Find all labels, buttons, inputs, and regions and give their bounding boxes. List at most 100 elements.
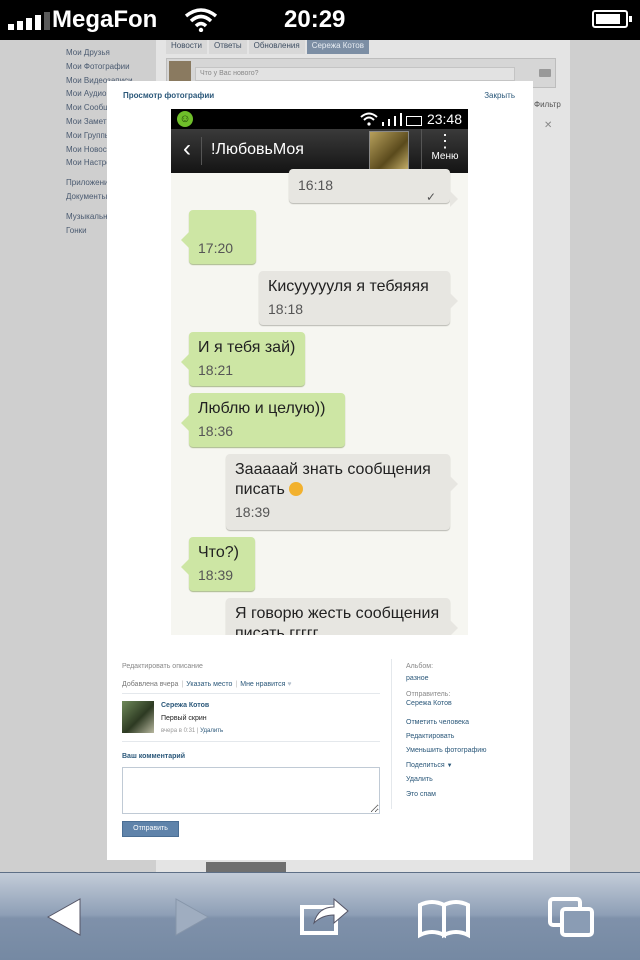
carrier-name: MegaFon <box>52 6 158 33</box>
comment-avatar[interactable] <box>122 701 154 733</box>
message-text <box>198 216 248 236</box>
delete-comment-link[interactable]: Удалить <box>200 728 223 734</box>
signal-bar <box>388 119 390 126</box>
close-icon[interactable]: ✕ <box>544 120 552 131</box>
safari-toolbar <box>0 872 640 960</box>
back-arrow-icon[interactable] <box>34 893 94 941</box>
photo-image[interactable]: ☺ 23:48 ‹ !ЛюбовьМоя ⋮ Меню 16:18 ✓ 17:2… <box>171 109 468 635</box>
forward-arrow-icon[interactable] <box>162 893 222 941</box>
tag-person-link[interactable]: Отметить человека <box>406 719 469 726</box>
nav-item[interactable]: Мои Фотографии <box>66 60 152 74</box>
bookmarks-icon[interactable] <box>414 893 474 941</box>
header-divider <box>201 137 202 165</box>
send-button[interactable]: Отправить <box>122 821 179 837</box>
message-text: Зааааай знать сообщения писать <box>235 460 442 500</box>
album-link[interactable]: разное <box>406 675 429 682</box>
comment-time: вчера в 0:31 <box>161 728 196 734</box>
message-time: 18:21 <box>198 362 234 378</box>
smiley-emoji-icon <box>289 482 304 496</box>
signal-strength-icon <box>8 12 50 30</box>
delete-photo-link[interactable]: Удалить <box>406 776 433 783</box>
camera-icon[interactable] <box>539 69 551 77</box>
contact-name: !ЛюбовьМоя <box>211 141 304 158</box>
share-icon[interactable] <box>294 893 354 941</box>
like-link[interactable]: Мне нравится <box>240 681 285 688</box>
comment-author-link[interactable]: Сережа Котов <box>161 702 209 709</box>
message-time: 18:39 <box>235 504 271 520</box>
message-bubble: Кисуууууля я тебяяяя 18:18 <box>259 271 458 325</box>
message-time: 17:20 <box>198 240 234 256</box>
message-text: Я говорю жесть сообщения писать ггггг <box>235 605 440 635</box>
tab-news[interactable]: Новости <box>166 40 207 54</box>
message-bubble: Зааааай знать сообщения писать 18:39 <box>226 454 458 530</box>
message-time: 16:18 <box>298 177 334 193</box>
photo-viewer-modal: Просмотр фотографии Закрыть ☺ 23:48 ‹ !Л… <box>107 81 533 860</box>
android-time: 23:48 <box>426 111 462 127</box>
column-divider <box>391 659 392 809</box>
news-tabs: Новости Ответы Обновления Сережа Котов <box>166 40 369 54</box>
contact-photo <box>369 131 409 171</box>
message-time: 18:18 <box>268 301 304 317</box>
share-label: Поделиться <box>406 762 445 769</box>
overflow-menu-icon: ⋮ <box>436 131 454 151</box>
chat-header: ‹ !ЛюбовьМоя ⋮ Меню <box>171 129 468 173</box>
sender-link[interactable]: Сережа Котов <box>406 700 452 707</box>
filter-link[interactable]: Фильтр <box>534 100 561 109</box>
app-notification-icon: ☺ <box>177 111 193 127</box>
message-text: Люблю и целую)) <box>198 400 326 417</box>
comment-input[interactable] <box>122 767 380 814</box>
divider <box>122 693 380 694</box>
wifi-icon <box>360 112 378 126</box>
message-text: Что?) <box>198 544 239 561</box>
back-chevron-icon: ‹ <box>183 135 191 162</box>
signal-bar <box>400 113 402 126</box>
status-input[interactable]: Что у Вас нового? <box>195 67 515 81</box>
shrink-photo-link[interactable]: Уменьшить фотографию <box>406 747 486 754</box>
delivered-icon: ✓ <box>426 190 437 204</box>
tabs-icon[interactable] <box>542 893 602 941</box>
share-link[interactable]: Поделиться ▼ <box>406 762 453 769</box>
comment-meta: вчера в 0:31 | Удалить <box>161 728 224 734</box>
menu-button: ⋮ Меню <box>421 129 468 173</box>
tab-replies[interactable]: Ответы <box>208 40 247 54</box>
android-status-icons <box>360 112 422 126</box>
message-bubble: Люблю и целую)) 18:36 <box>181 393 345 447</box>
thumbnail <box>206 862 286 872</box>
edit-photo-link[interactable]: Редактировать <box>406 733 454 740</box>
message-bubble: 16:18 ✓ <box>289 169 458 207</box>
message-bubble: Что?) 18:39 <box>181 537 255 591</box>
divider <box>122 741 380 742</box>
message-bubble: И я тебя зай) 18:21 <box>181 332 305 386</box>
message-text-content: Зааааай знать сообщения писать <box>235 461 431 498</box>
android-status-bar: ☺ 23:48 <box>171 109 468 129</box>
report-spam-link[interactable]: Это спам <box>406 791 436 798</box>
signal-bar <box>382 122 384 126</box>
nav-item[interactable]: Мои Друзья <box>66 46 152 60</box>
show-place-link[interactable]: Указать место <box>186 681 232 688</box>
wifi-icon <box>184 8 218 32</box>
dropdown-arrow-icon: ▼ <box>446 763 453 769</box>
modal-close-link[interactable]: Закрыть <box>484 91 515 100</box>
edit-description-link[interactable]: Редактировать описание <box>122 663 203 670</box>
comment-text: Первый скрин <box>161 715 207 722</box>
ios-status-bar: MegaFon 20:29 <box>0 0 640 40</box>
added-date: Добавлена вчера <box>122 681 179 688</box>
message-time: 18:36 <box>198 423 234 439</box>
message-text: Кисуууууля я тебяяяя <box>268 278 429 295</box>
heart-icon[interactable]: ♥ <box>287 681 294 688</box>
battery-icon <box>592 10 632 28</box>
signal-bar <box>394 116 396 126</box>
message-bubble: 17:20 <box>181 210 256 264</box>
menu-label: Меню <box>431 151 459 162</box>
tab-updates[interactable]: Обновления <box>248 40 305 54</box>
message-text: И я тебя зай) <box>198 339 296 356</box>
photo-meta-line: Добавлена вчера | Указать место | Мне нравит… <box>122 681 294 688</box>
your-comment-label: Ваш комментарий <box>122 753 186 760</box>
tab-profile[interactable]: Сережа Котов <box>306 40 369 54</box>
message-bubble: Я говорю жесть сообщения писать ггггг <box>226 598 458 635</box>
battery-icon <box>406 116 422 126</box>
status-time: 20:29 <box>284 6 346 33</box>
message-time: 18:39 <box>198 567 234 583</box>
album-label: Альбом: <box>406 663 434 670</box>
modal-title: Просмотр фотографии <box>123 91 215 100</box>
